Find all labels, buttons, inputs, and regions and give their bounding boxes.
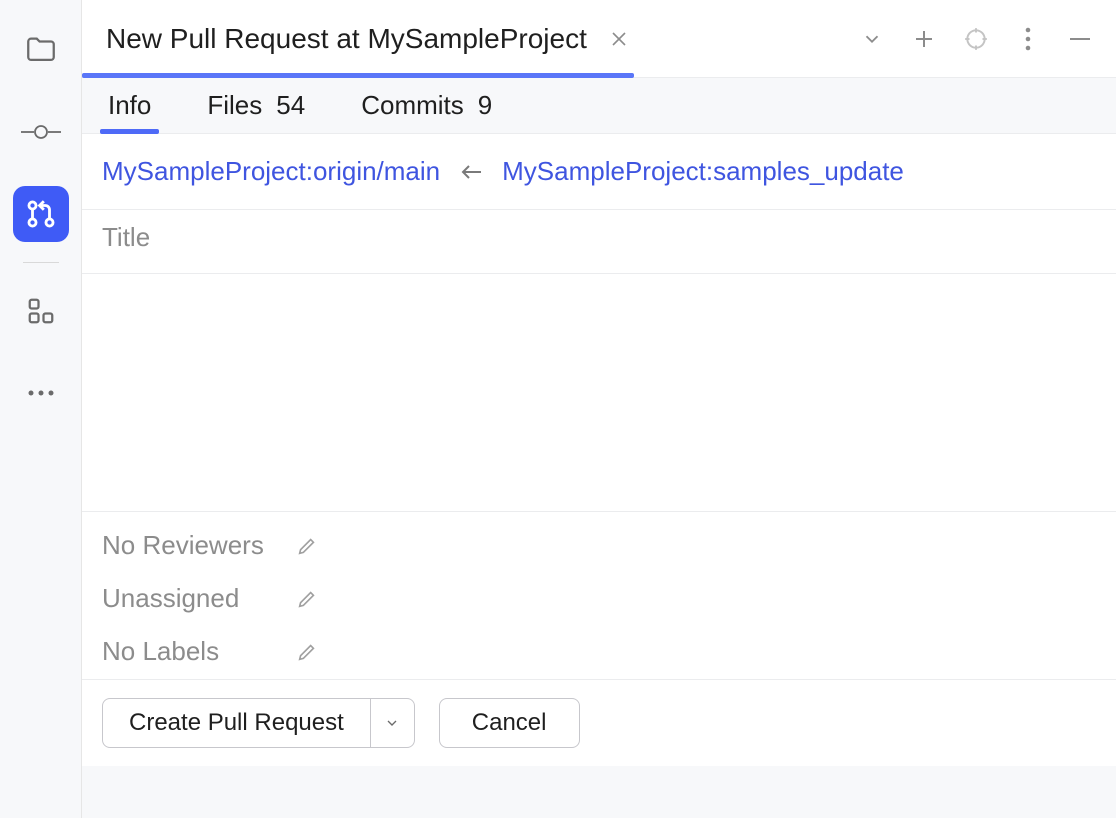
title-field-row — [82, 210, 1116, 274]
pull-requests-tool-button[interactable] — [13, 186, 69, 242]
tool-window-tab[interactable]: New Pull Request at MySampleProject — [82, 0, 629, 77]
tab-info[interactable]: Info — [102, 78, 157, 133]
add-icon[interactable] — [910, 25, 938, 53]
commit-tool-button[interactable] — [13, 104, 69, 160]
tab-files[interactable]: Files 54 — [201, 78, 311, 133]
edit-reviewers-button[interactable] — [294, 533, 320, 559]
edit-labels-button[interactable] — [294, 639, 320, 665]
create-pr-dropdown-button[interactable] — [370, 699, 414, 747]
create-pr-button[interactable]: Create Pull Request — [103, 699, 370, 747]
structure-tool-button[interactable] — [13, 283, 69, 339]
footer-actions: Create Pull Request Cancel — [82, 680, 1116, 766]
more-icon — [27, 389, 55, 397]
assignee-row: Unassigned — [102, 583, 1096, 614]
more-tools-button[interactable] — [13, 365, 69, 421]
metadata-block: No Reviewers Unassigned No Labels — [82, 512, 1116, 680]
minimize-icon[interactable] — [1066, 25, 1094, 53]
rail-separator — [23, 262, 59, 263]
pr-description-input[interactable] — [102, 290, 1096, 495]
main-panel: New Pull Request at MySampleProject — [82, 0, 1116, 818]
target-icon[interactable] — [962, 25, 990, 53]
assignee-label: Unassigned — [102, 583, 274, 614]
project-tool-button[interactable] — [13, 22, 69, 78]
edit-assignee-button[interactable] — [294, 586, 320, 612]
source-branch-link[interactable]: MySampleProject:samples_update — [502, 156, 904, 187]
target-branch-link[interactable]: MySampleProject:origin/main — [102, 156, 440, 187]
tool-window-tab-title: New Pull Request at MySampleProject — [106, 23, 587, 55]
labels-row: No Labels — [102, 636, 1096, 667]
structure-icon — [26, 296, 56, 326]
arrow-left-icon — [460, 163, 482, 181]
pr-subtabs: Info Files 54 Commits 9 — [82, 78, 1116, 134]
folder-icon — [24, 33, 58, 67]
reviewers-row: No Reviewers — [102, 530, 1096, 561]
kebab-menu-icon[interactable] — [1014, 25, 1042, 53]
chevron-down-icon[interactable] — [858, 25, 886, 53]
pull-request-icon — [24, 197, 58, 231]
tool-window-titlebar: New Pull Request at MySampleProject — [82, 0, 1116, 78]
close-tab-button[interactable] — [609, 29, 629, 49]
commit-icon — [21, 122, 61, 142]
left-tool-rail — [0, 0, 82, 818]
pr-title-input[interactable] — [102, 222, 1096, 253]
branch-selector-row: MySampleProject:origin/main MySampleProj… — [82, 134, 1116, 210]
tab-commits[interactable]: Commits 9 — [355, 78, 498, 133]
description-row — [82, 274, 1116, 512]
labels-label: No Labels — [102, 636, 274, 667]
cancel-button[interactable]: Cancel — [439, 698, 580, 748]
create-pr-split-button: Create Pull Request — [102, 698, 415, 748]
reviewers-label: No Reviewers — [102, 530, 274, 561]
